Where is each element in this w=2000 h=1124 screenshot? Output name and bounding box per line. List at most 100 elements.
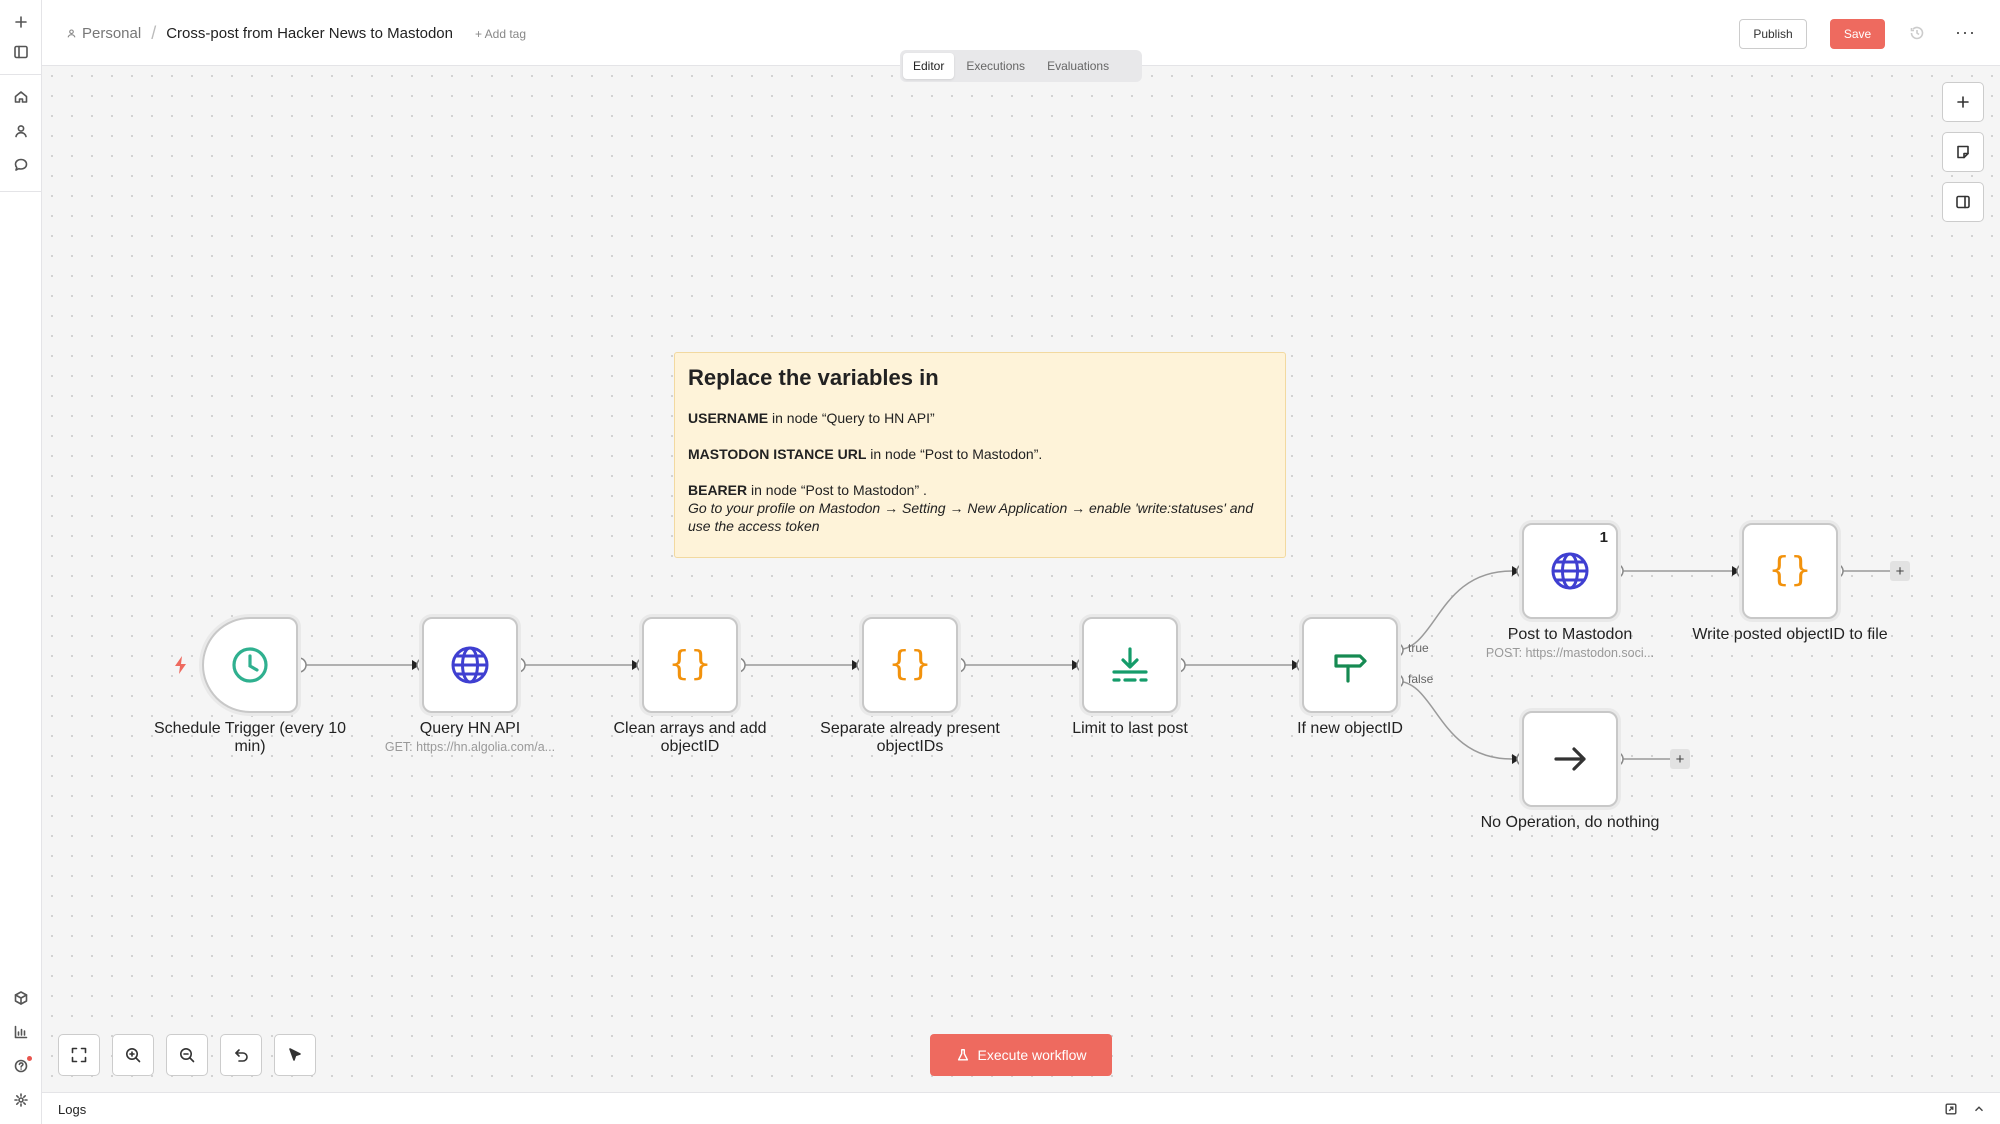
node-label: Write posted objectID to file [1692,626,1888,643]
publish-button[interactable]: Publish [1739,19,1807,49]
execute-workflow-label: Execute workflow [977,1047,1087,1063]
code-braces-icon: {} [668,644,711,684]
sidebar-toggle-icon[interactable] [8,39,34,65]
zoom-out-icon [180,1048,195,1063]
signpost-icon [1334,654,1367,683]
globe-icon [451,646,489,684]
save-button[interactable]: Save [1830,19,1885,49]
workflow-name[interactable]: Cross-post from Hacker News to Mastodon [166,25,453,42]
zoom-out-button[interactable] [166,1034,208,1076]
left-rail [0,0,42,1124]
more-menu-button[interactable]: ··· [1955,22,1976,43]
user-small-icon [67,29,76,38]
node-if-new-objectid[interactable] [1302,617,1398,713]
add-node-button[interactable]: + [1890,561,1910,581]
sticky-text: in node “Post to Mastodon” . [747,482,927,498]
insights-icon[interactable] [8,1019,34,1045]
notification-dot [27,1056,32,1061]
cursor-icon [289,1048,301,1061]
node-label: If new objectID [1297,720,1403,737]
sticky-var-bearer: BEARER [688,482,748,498]
node-schedule-trigger[interactable] [202,617,298,713]
node-label: Limit to last post [1072,720,1188,737]
sticky-line: BEARER in node “Post to Mastodon” . Go to… [688,481,1272,535]
history-icon[interactable] [1909,25,1925,41]
project-link[interactable]: Personal [66,25,141,42]
breadcrumb: Personal / Cross-post from Hacker News t… [66,23,526,44]
code-braces-icon: {} [888,644,931,684]
add-node-button[interactable]: + [1670,749,1690,769]
node-subtitle: POST: https://mastodon.soci... [1485,646,1655,660]
sticky-title: Replace the variables in [688,365,939,390]
branch-false-label: false [1408,672,1434,686]
sticky-note-icon [1957,145,1969,159]
add-sticky-button[interactable] [1942,132,1984,172]
sticky-line: MASTODON ISTANCE URL in node “Post to Ma… [688,445,1272,463]
node-label: Query HN API [419,720,521,737]
plus-icon [1957,96,1969,108]
sticky-text: in node “Post to Mastodon”. [866,446,1043,462]
chevron-up-icon[interactable] [1972,1102,1986,1116]
add-tag-link[interactable]: + Add tag [475,27,526,41]
workflow-canvas[interactable]: Replace the variables in USERNAME in nod… [42,66,2000,1092]
templates-icon[interactable] [8,985,34,1011]
sticky-note[interactable]: Replace the variables in USERNAME in nod… [674,352,1286,558]
node-clean-arrays[interactable]: {} [642,617,738,713]
node-no-operation[interactable] [1522,711,1618,807]
tab-editor[interactable]: Editor [903,53,955,79]
limit-icon [1112,647,1148,682]
execute-workflow-button[interactable]: Execute workflow [930,1034,1112,1076]
tab-evaluations[interactable]: Evaluations [1037,53,1119,79]
trigger-bolt-icon [175,656,186,674]
branch-true-label: true [1408,641,1429,655]
node-post-to-mastodon[interactable]: 1 [1522,523,1618,619]
add-icon[interactable] [8,9,34,35]
sticky-instructions: Go to your profile on Mastodon → Setting… [688,500,1254,534]
clock-icon [232,647,268,683]
chat-icon[interactable] [8,152,34,178]
sticky-var-username: USERNAME [688,410,769,426]
sticky-var-instance-url: MASTODON ISTANCE URL [688,446,867,462]
svg-text:{}: {} [888,644,931,684]
popout-icon[interactable] [1944,1102,1958,1116]
node-label: No Operation, do nothing [1480,814,1660,831]
undo-icon [235,1049,248,1062]
select-mode-button[interactable] [274,1034,316,1076]
zoom-in-icon [126,1048,141,1063]
globe-icon [1551,552,1589,590]
node-label: Schedule Trigger (every 10 min) [153,720,347,755]
sticky-text: in node “Query to HN API” [768,410,935,426]
add-node-panel-button[interactable] [1942,82,1984,122]
node-query-hn-api[interactable] [422,617,518,713]
logs-title: Logs [58,1102,87,1117]
breadcrumb-separator: / [151,23,157,43]
node-limit-to-last-post[interactable] [1082,617,1178,713]
node-label: Post to Mastodon [1507,626,1633,643]
zoom-in-button[interactable] [112,1034,154,1076]
home-icon[interactable] [8,84,34,110]
view-tabs: Editor Executions Evaluations [900,50,1142,82]
help-icon[interactable] [8,1053,34,1079]
item-count-badge: 1 [1599,529,1608,546]
user-icon[interactable] [8,118,34,144]
node-label: Separate already present objectIDs [820,720,1000,755]
tab-executions[interactable]: Executions [956,53,1035,79]
code-braces-icon: {} [1768,550,1811,590]
node-label: Clean arrays and add objectID [613,720,767,755]
fit-view-button[interactable] [58,1034,100,1076]
toggle-panel-button[interactable] [1942,182,1984,222]
settings-icon[interactable] [8,1087,34,1113]
fit-view-icon [71,1047,87,1063]
arrow-right-icon [1554,747,1586,771]
flask-icon [957,1049,968,1061]
node-subtitle: GET: https://hn.algolia.com/a... [384,740,556,754]
project-name: Personal [82,25,142,42]
node-separate-objectids[interactable]: {} [862,617,958,713]
logs-panel-bar[interactable]: Logs [42,1092,2000,1124]
svg-text:{}: {} [668,644,711,684]
panel-icon [1956,195,1970,209]
reset-zoom-button[interactable] [220,1034,262,1076]
sticky-line: USERNAME in node “Query to HN API” [688,409,1272,427]
node-write-objectid-to-file[interactable]: {} [1742,523,1838,619]
svg-text:{}: {} [1768,550,1811,590]
